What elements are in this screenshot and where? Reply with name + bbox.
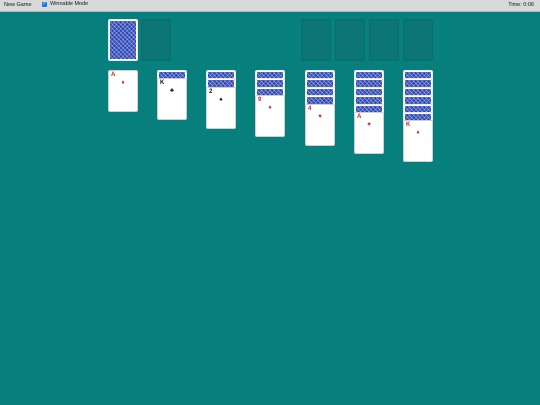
- foundation-slot[interactable]: [335, 19, 365, 61]
- card-suit-icon: ♥: [318, 113, 322, 120]
- waste-pile[interactable]: [141, 19, 171, 61]
- winnable-mode-label: Winnable Mode: [50, 1, 89, 7]
- winnable-mode-toggle[interactable]: ✓ Winnable Mode: [42, 1, 88, 7]
- card-rank: K: [160, 80, 165, 87]
- card-rank: K: [406, 122, 411, 129]
- new-game-button[interactable]: New Game: [4, 2, 32, 8]
- face-up-card[interactable]: K ♦: [403, 120, 433, 163]
- foundation-slot[interactable]: [369, 19, 399, 61]
- card-suit-icon: ♦: [416, 130, 420, 137]
- card-suit-icon: ♣: [170, 88, 174, 95]
- face-up-card[interactable]: 9 ♦: [255, 95, 285, 138]
- card-rank: 2: [209, 88, 213, 95]
- face-up-card[interactable]: 2 ♠: [206, 86, 236, 129]
- top-toolbar: New Game ✓ Winnable Mode Time: 0:06: [0, 0, 540, 12]
- card-rank: A: [111, 72, 116, 78]
- winnable-mode-checkbox[interactable]: ✓: [42, 1, 47, 7]
- face-up-card[interactable]: A ♦: [108, 70, 138, 112]
- card-rank: 9: [258, 97, 262, 104]
- card-rank: A: [357, 114, 362, 120]
- face-up-card[interactable]: 4 ♥: [305, 103, 335, 146]
- card-suit-icon: ♥: [367, 122, 371, 128]
- face-up-card[interactable]: A ♥: [354, 112, 384, 154]
- foundation-slot[interactable]: [301, 19, 331, 61]
- game-timer: Time: 0:06: [508, 2, 534, 8]
- card-rank: 4: [308, 105, 312, 112]
- foundation-slot[interactable]: [403, 19, 433, 61]
- stock-pile[interactable]: [108, 19, 138, 61]
- face-up-card[interactable]: K ♣: [157, 78, 187, 121]
- card-suit-icon: ♦: [121, 80, 125, 86]
- card-suit-icon: ♦: [268, 105, 272, 112]
- card-suit-icon: ♠: [219, 96, 223, 103]
